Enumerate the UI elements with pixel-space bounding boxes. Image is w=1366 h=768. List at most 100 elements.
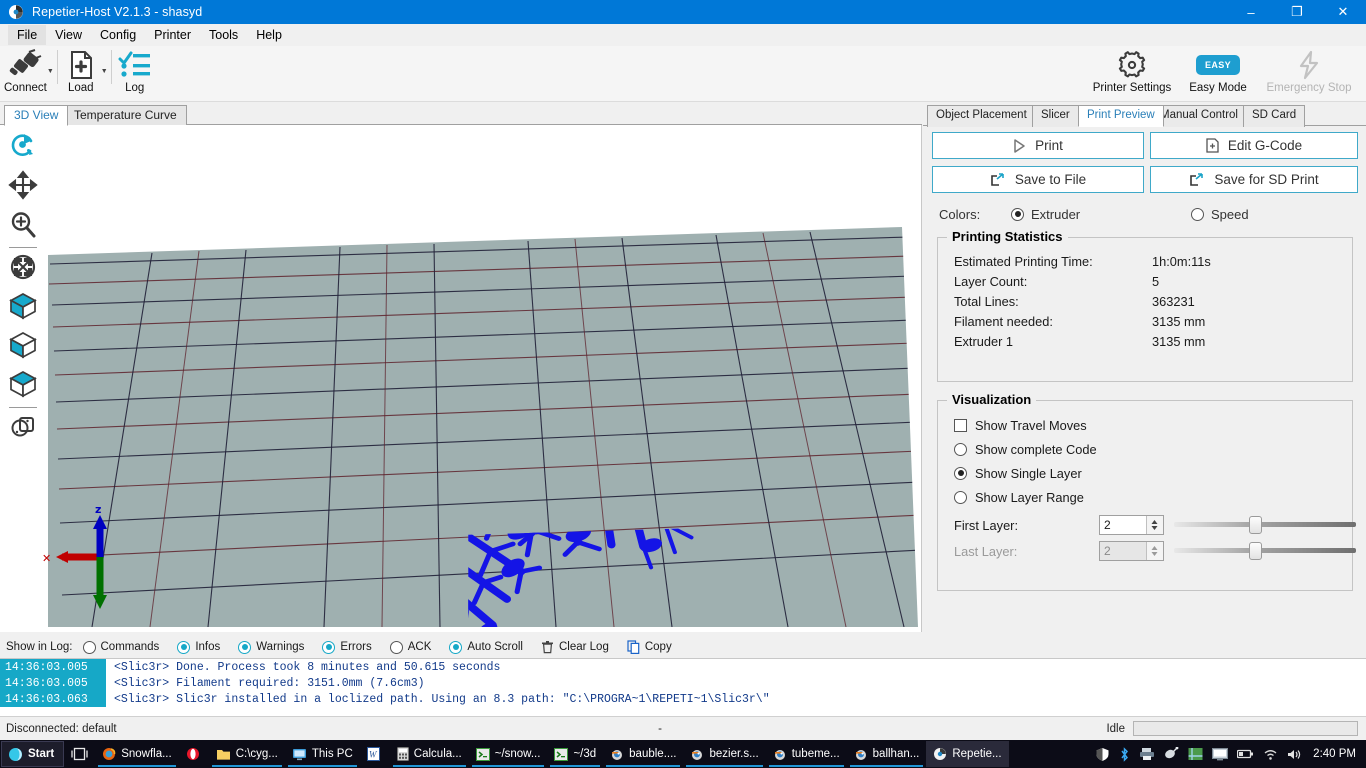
first-layer-slider-thumb[interactable] (1248, 516, 1262, 534)
tab-object-placement[interactable]: Object Placement (927, 105, 1036, 127)
show-complete-code-radio[interactable] (954, 442, 967, 456)
view-side-tool[interactable] (4, 328, 42, 367)
printer-settings-button[interactable]: Printer Settings (1084, 46, 1180, 94)
tab-sd-card[interactable]: SD Card (1243, 105, 1306, 127)
infos-radio[interactable] (177, 640, 191, 654)
log-filter-infos[interactable]: Infos (177, 640, 220, 654)
minimize-button[interactable]: – (1228, 0, 1274, 24)
task-terminal-snow[interactable]: ~/snow... (469, 741, 548, 767)
last-layer-spinner[interactable]: 2 (1098, 541, 1164, 561)
menu-help[interactable]: Help (247, 25, 291, 45)
show-single-layer-option[interactable]: Show Single Layer (954, 461, 1352, 485)
task-terminal-3d[interactable]: ~/3d (547, 741, 603, 767)
colors-option-extruder[interactable]: Extruder (1011, 207, 1191, 222)
blender-icon (773, 747, 787, 761)
log-button[interactable]: Log (115, 46, 155, 94)
first-layer-slider[interactable] (1173, 515, 1356, 535)
print-button[interactable]: Print (932, 132, 1144, 159)
task-bauble[interactable]: bauble.... (603, 741, 683, 767)
show-layer-range-radio[interactable] (954, 490, 967, 504)
show-travel-moves-option[interactable]: Show Travel Moves (954, 413, 1352, 437)
close-button[interactable]: ✕ (1320, 0, 1366, 24)
display-icon[interactable] (1212, 747, 1229, 761)
taskbar-clock[interactable]: 2:40 PM (1313, 748, 1356, 760)
task-this-pc[interactable]: This PC (285, 741, 360, 767)
tab-temperature-curve[interactable]: Temperature Curve (64, 105, 187, 126)
menu-file[interactable]: File (8, 25, 47, 45)
battery-icon[interactable] (1237, 748, 1254, 760)
warnings-radio[interactable] (238, 640, 252, 654)
menu-view[interactable]: View (46, 25, 91, 45)
view-front-tool[interactable] (4, 289, 42, 328)
task-cygwin-folder[interactable]: C:\cyg... (209, 741, 285, 767)
load-dropdown-caret-icon[interactable]: ▼ (101, 68, 108, 75)
task-opera[interactable] (179, 741, 209, 767)
menu-printer[interactable]: Printer (145, 25, 200, 45)
tab-3d-view[interactable]: 3D View (4, 105, 69, 126)
show-complete-code-option[interactable]: Show complete Code (954, 437, 1352, 461)
last-layer-slider[interactable] (1173, 541, 1356, 561)
log-filter-errors[interactable]: Errors (322, 640, 372, 654)
log-filter-commands[interactable]: Commands (82, 640, 159, 654)
errors-radio[interactable] (322, 640, 336, 654)
edit-gcode-button[interactable]: Edit G-Code (1150, 132, 1358, 159)
wifi-icon[interactable] (1263, 748, 1278, 761)
colors-option-speed[interactable]: Speed (1191, 207, 1249, 222)
start-orb-icon (8, 747, 23, 762)
connect-dropdown-caret-icon[interactable]: ▼ (47, 68, 54, 75)
first-layer-spinner[interactable]: 2 (1098, 515, 1164, 535)
commands-radio[interactable] (82, 640, 96, 654)
task-snowflake[interactable]: Snowfla... (95, 741, 179, 767)
task-view-button[interactable] (64, 741, 95, 767)
auto-scroll-radio[interactable] (449, 640, 463, 654)
satellite-dish-icon[interactable] (1164, 747, 1179, 761)
easy-mode-button[interactable]: EASY Easy Mode (1180, 46, 1256, 94)
gl-canvas[interactable]: ✕ z (40, 127, 918, 627)
show-travel-moves-checkbox[interactable] (954, 418, 967, 432)
last-layer-spin-arrows[interactable] (1145, 542, 1163, 560)
task-repetier-host[interactable]: Repetie... (926, 741, 1009, 767)
task-bezier[interactable]: bezier.s... (683, 741, 765, 767)
extruder-radio[interactable] (1011, 207, 1024, 221)
first-layer-spin-arrows[interactable] (1145, 516, 1163, 534)
task-word[interactable]: W (360, 741, 390, 767)
speed-radio[interactable] (1191, 207, 1204, 221)
load-button[interactable]: Load (61, 46, 101, 94)
shield-defender-icon[interactable] (1095, 747, 1110, 762)
task-ballhand[interactable]: ballhan... (847, 741, 927, 767)
log-filter-auto-scroll[interactable]: Auto Scroll (449, 640, 523, 654)
start-button[interactable]: Start (1, 741, 65, 767)
monitor-icon (292, 748, 307, 761)
move-view-tool[interactable] (4, 168, 42, 207)
view-top-tool[interactable] (4, 367, 42, 406)
log-output[interactable]: 14:36:03.005 <Slic3r> Done. Process took… (0, 658, 1366, 716)
tab-slicer[interactable]: Slicer (1032, 105, 1079, 127)
maximize-button[interactable]: ❐ (1274, 0, 1320, 24)
tab-manual-control[interactable]: Manual Control (1151, 105, 1247, 127)
show-layer-range-option[interactable]: Show Layer Range (954, 485, 1352, 509)
save-to-file-button[interactable]: Save to File (932, 166, 1144, 193)
ack-radio[interactable] (389, 640, 403, 654)
volume-icon[interactable] (1287, 748, 1302, 761)
clear-log-button[interactable]: Clear Log (541, 640, 609, 654)
emergency-stop-button[interactable]: Emergency Stop (1256, 46, 1362, 94)
printer-tray-icon[interactable] (1139, 747, 1155, 761)
copy-log-button[interactable]: Copy (627, 640, 672, 654)
task-tubemesh[interactable]: tubeme... (766, 741, 847, 767)
zoom-view-tool[interactable] (4, 207, 42, 246)
rotate-view-tool[interactable] (4, 129, 42, 168)
save-for-sd-print-button[interactable]: Save for SD Print (1150, 166, 1358, 193)
menu-tools[interactable]: Tools (200, 25, 247, 45)
task-calculator[interactable]: Calcula... (390, 741, 469, 767)
tab-print-preview[interactable]: Print Preview (1078, 105, 1164, 127)
last-layer-slider-thumb[interactable] (1248, 542, 1262, 560)
view-parallel-tool[interactable] (4, 410, 42, 449)
log-filter-warnings[interactable]: Warnings (238, 640, 304, 654)
bluetooth-icon[interactable] (1119, 746, 1130, 762)
show-single-layer-radio[interactable] (954, 466, 967, 480)
connect-button[interactable]: Connect (4, 46, 47, 94)
menu-config[interactable]: Config (91, 25, 145, 45)
map-icon[interactable] (1188, 747, 1203, 761)
fit-to-screen-tool[interactable] (4, 250, 42, 289)
log-filter-ack[interactable]: ACK (389, 640, 431, 654)
